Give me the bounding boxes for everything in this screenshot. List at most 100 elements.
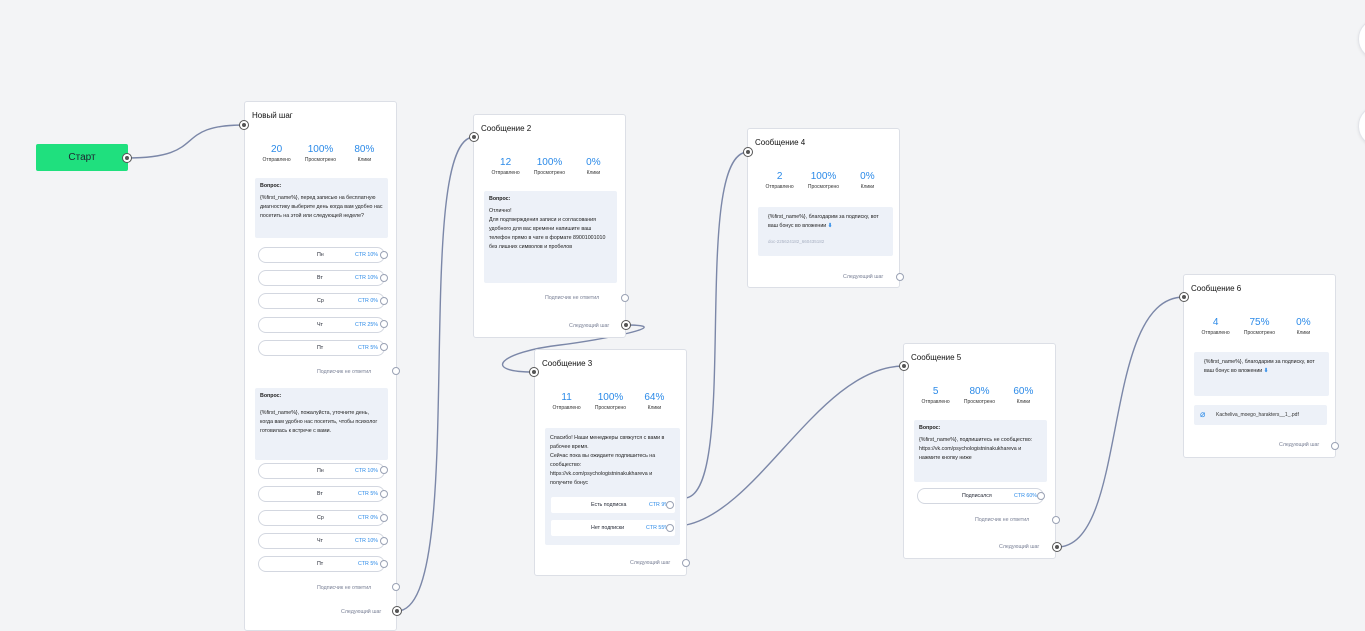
no-reply-link: Подписчик не ответил — [317, 369, 372, 375]
side-action-button[interactable] — [1358, 18, 1365, 60]
start-output-port[interactable] — [122, 153, 132, 163]
button-port[interactable] — [666, 501, 674, 509]
node-new-step-input-port[interactable] — [239, 120, 249, 130]
next-step-port[interactable] — [392, 606, 402, 616]
node-stats: 11 Отправлено 100% Просмотрено 64% Клики — [545, 392, 676, 411]
node-title: Сообщение 6 — [1191, 284, 1242, 293]
button-subscribed[interactable]: Подписался CTR 60% — [917, 488, 1044, 504]
answer-option-thu[interactable]: Чт CTR 25% — [258, 317, 385, 333]
next-step-port[interactable] — [1052, 542, 1062, 552]
node-message-2-input-port[interactable] — [469, 132, 479, 142]
button-port[interactable] — [1037, 492, 1045, 500]
answer-option-fri[interactable]: Пт CTR 5% — [258, 340, 385, 356]
stat-sent-value: 4 — [1212, 317, 1219, 328]
next-step-link: Следующий шаг — [630, 560, 671, 566]
stat-viewed-value: 100% — [307, 144, 334, 155]
stat-clicks-label: Клики — [586, 170, 601, 176]
question-label: Вопрос: — [919, 425, 941, 431]
node-message-6-input-port[interactable] — [1179, 292, 1189, 302]
option-port[interactable] — [380, 320, 388, 328]
button-no-subscription[interactable]: Нет подписки CTR 55% — [551, 520, 675, 536]
next-step-port[interactable] — [896, 273, 904, 281]
node-message-6[interactable]: Сообщение 6 4 Отправлено 75% Просмотрено 0… — [1183, 274, 1336, 458]
option-port[interactable] — [380, 560, 388, 568]
no-reply-port[interactable] — [1052, 516, 1060, 524]
answer-option-tue[interactable]: Вт CTR 10% — [258, 270, 385, 286]
message-text: Отлично! Для подтверждения записи и согл… — [489, 208, 606, 250]
node-title: Сообщение 3 — [542, 359, 593, 368]
question-box[interactable]: Вопрос: {%first_name%}, подпишитесь не с… — [914, 420, 1047, 482]
next-step-port[interactable] — [621, 320, 631, 330]
next-step-port[interactable] — [682, 559, 690, 567]
node-message-5-input-port[interactable] — [899, 361, 909, 371]
no-reply-port[interactable] — [621, 294, 629, 302]
button-label: Нет подписки — [591, 525, 625, 531]
message-box[interactable]: {%first_name%}, благодарим за подписку, … — [758, 207, 893, 256]
question-box-1[interactable]: Вопрос: {%first_name%}, перед записью на… — [255, 178, 388, 238]
message-text: Спасибо! Наши менеджеры свяжутся с вами … — [550, 435, 665, 486]
option-label: Чт — [317, 322, 323, 328]
option-port[interactable] — [380, 490, 388, 498]
button-has-subscription[interactable]: Есть подписка CTR 9% — [551, 497, 675, 513]
answer-option-wed[interactable]: Ср CTR 0% — [258, 293, 385, 309]
node-message-4[interactable]: Сообщение 4 2 Отправлено 100% Просмотрено … — [747, 128, 900, 288]
next-step-port[interactable] — [1331, 442, 1339, 450]
stat-sent-value: 11 — [561, 392, 572, 403]
stat-sent-label: Отправлено — [262, 157, 291, 163]
option-port[interactable] — [380, 274, 388, 282]
option-label: Пн — [317, 468, 324, 474]
answer-option-mon[interactable]: Пн CTR 10% — [258, 463, 385, 479]
option-port[interactable] — [380, 514, 388, 522]
option-port[interactable] — [380, 466, 388, 474]
node-message-3[interactable]: Сообщение 3 11 Отправлено 100% Просмотрено… — [534, 349, 687, 576]
button-label: Подписался — [962, 493, 992, 499]
node-new-step[interactable]: Новый шаг 20 Отправлено 100% Просмотрено 8… — [244, 101, 397, 631]
stat-viewed-label: Просмотрено — [807, 184, 840, 190]
option-port[interactable] — [380, 297, 388, 305]
attachment-doc-id: doc-225624182_660435182 — [768, 239, 825, 244]
question-text: {%first_name%}, перед записью на бесплат… — [260, 195, 383, 219]
answer-option-tue[interactable]: Вт CTR 5% — [258, 486, 385, 502]
stat-clicks-value: 80% — [354, 144, 375, 155]
download-icon: ⬇ — [1263, 368, 1269, 374]
start-block[interactable]: Старт — [36, 144, 128, 171]
option-port[interactable] — [380, 537, 388, 545]
question-box-2[interactable]: Вопрос: {%first_name%}, пожалуйста, уточ… — [255, 388, 388, 460]
node-stats: 5 Отправлено 80% Просмотрено 60% Клики — [914, 386, 1045, 405]
no-reply-port[interactable] — [392, 367, 400, 375]
stat-sent-value: 2 — [776, 171, 783, 182]
side-action-button[interactable] — [1358, 105, 1365, 147]
option-ctr: CTR 25% — [355, 322, 378, 328]
stat-clicks-value: 0% — [1296, 317, 1311, 328]
node-message-2[interactable]: Сообщение 2 12 Отправлено 100% Просмотрено… — [473, 114, 626, 338]
edge-message-3-no-to-message-5 — [685, 365, 905, 526]
message-box[interactable]: {%first_name%}, благодарим за подписку, … — [1194, 352, 1329, 396]
message-text-body: {%first_name%}, благодарим за подписку, … — [768, 214, 879, 229]
option-port[interactable] — [380, 343, 388, 351]
stat-viewed-label: Просмотрено — [304, 157, 337, 163]
option-ctr: CTR 5% — [357, 491, 378, 497]
edge-start-to-new-step — [126, 124, 245, 159]
node-message-4-input-port[interactable] — [743, 147, 753, 157]
option-ctr: CTR 5% — [357, 561, 378, 567]
option-label: Пт — [317, 345, 324, 351]
option-label: Ср — [317, 298, 324, 304]
question-box[interactable]: Вопрос: Отлично! Для подтверждения запис… — [484, 191, 617, 283]
stat-viewed-value: 100% — [810, 171, 837, 182]
answer-option-thu[interactable]: Чт CTR 10% — [258, 533, 385, 549]
answer-option-wed[interactable]: Ср CTR 0% — [258, 510, 385, 526]
node-message-5[interactable]: Сообщение 5 5 Отправлено 80% Просмотрено 6… — [903, 343, 1056, 559]
option-ctr: CTR 10% — [355, 538, 378, 544]
no-reply-link: Подписчик не ответил — [317, 585, 372, 591]
no-reply-port[interactable] — [392, 583, 400, 591]
option-port[interactable] — [380, 251, 388, 259]
answer-option-mon[interactable]: Пн CTR 10% — [258, 247, 385, 263]
file-attachment[interactable]: ⌀ Kacheliva_moego_harakters__1_.pdf — [1194, 405, 1327, 425]
answer-option-fri[interactable]: Пт CTR 5% — [258, 556, 385, 572]
button-port[interactable] — [666, 524, 674, 532]
next-step-link: Следующий шаг — [999, 544, 1040, 550]
stat-sent-value: 20 — [271, 144, 283, 155]
next-step-link: Следующий шаг — [843, 274, 884, 280]
download-icon: ⬇ — [827, 223, 833, 229]
node-message-3-input-port[interactable] — [529, 367, 539, 377]
